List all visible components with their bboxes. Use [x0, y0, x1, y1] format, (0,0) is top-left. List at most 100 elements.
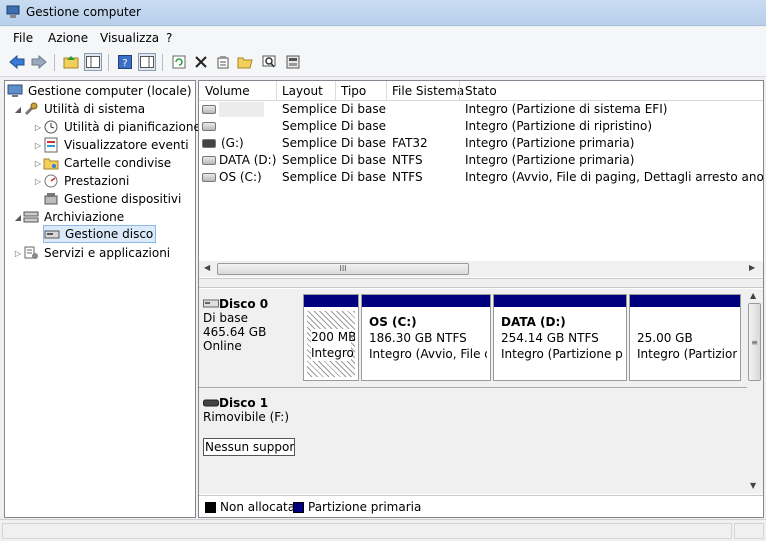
- menu-help[interactable]: ?: [166, 31, 172, 45]
- scroll-right-icon[interactable]: ▶: [749, 263, 755, 272]
- partition-bar: [494, 295, 626, 307]
- scroll-thumb[interactable]: ≡: [748, 303, 761, 381]
- menu-azione[interactable]: Azione: [48, 31, 88, 45]
- volume-name: [219, 102, 264, 117]
- show-hide-tree-icon[interactable]: [84, 53, 102, 71]
- column-header-volume[interactable]: Volume: [205, 84, 250, 98]
- properties-icon[interactable]: [214, 53, 232, 71]
- menu-visualizza[interactable]: Visualizza: [100, 31, 159, 45]
- collapsed-arrow-icon[interactable]: ▷: [33, 177, 43, 186]
- delete-icon[interactable]: [192, 53, 210, 71]
- volume-icon: [202, 105, 216, 114]
- column-header-fs[interactable]: File Sistema: [392, 84, 464, 98]
- partition-status: Integro (Partizione prin: [501, 347, 623, 361]
- column-divider[interactable]: [335, 81, 336, 101]
- fs-cell: NTFS: [392, 170, 423, 184]
- partition-recovery[interactable]: 25.00 GB Integro (Partizione: [629, 294, 741, 381]
- details-pane: Volume Layout Tipo File Sistema Stato Se…: [198, 80, 764, 518]
- svg-text:?: ?: [122, 58, 127, 69]
- collapsed-arrow-icon[interactable]: ▷: [33, 159, 43, 168]
- tipo-cell: Di base: [341, 153, 386, 167]
- tree-item-root[interactable]: Gestione computer (locale): [7, 82, 194, 100]
- rescan-disks-icon[interactable]: [284, 53, 302, 71]
- partition-title: DATA (D:): [501, 315, 566, 329]
- partition-body: 200 MB Integro: [307, 311, 355, 377]
- scroll-thumb[interactable]: III: [217, 263, 469, 275]
- tree-item-utility[interactable]: ◢ Utilità di sistema: [13, 100, 147, 118]
- tipo-cell: Di base: [341, 170, 386, 184]
- scroll-up-icon[interactable]: ▲: [750, 291, 756, 300]
- disk1-media: Nessun supporto: [203, 438, 295, 456]
- clock-icon: [43, 119, 59, 135]
- partition-os[interactable]: OS (C:) 186.30 GB NTFS Integro (Avvio, F…: [361, 294, 491, 381]
- removable-disk-icon: [203, 399, 219, 407]
- expanded-arrow-icon[interactable]: ◢: [13, 213, 23, 222]
- column-divider[interactable]: [276, 81, 277, 101]
- fs-cell: NTFS: [392, 153, 423, 167]
- tree-item-task-scheduler[interactable]: ▷ Utilità di pianificazione: [33, 118, 203, 136]
- column-header-tipo[interactable]: Tipo: [341, 84, 366, 98]
- legend: Non allocata Partizione primaria: [199, 495, 763, 517]
- forward-arrow-icon[interactable]: [30, 53, 48, 71]
- column-header-layout[interactable]: Layout: [282, 84, 323, 98]
- column-header-stato[interactable]: Stato: [465, 84, 497, 98]
- partition-status: Integro (Partizione: [637, 347, 737, 361]
- search-icon[interactable]: [260, 53, 278, 71]
- stato-cell: Integro (Partizione primaria): [465, 136, 635, 150]
- tree-label-task-scheduler: Utilità di pianificazione: [64, 120, 201, 134]
- pane-splitter[interactable]: [199, 278, 763, 288]
- help-icon[interactable]: ?: [116, 53, 134, 71]
- collapsed-arrow-icon[interactable]: ▷: [13, 249, 23, 258]
- tree-label-performance: Prestazioni: [64, 174, 130, 188]
- tipo-cell: Di base: [341, 136, 386, 150]
- tree-item-disk-management[interactable]: Gestione disco: [43, 225, 157, 243]
- table-row[interactable]: (G:) Semplice Di base FAT32 Integro (Par…: [199, 135, 763, 152]
- table-row[interactable]: Semplice Di base Integro (Partizione di …: [199, 118, 763, 135]
- back-arrow-icon[interactable]: [8, 53, 26, 71]
- disk-separator: [199, 387, 747, 388]
- tipo-cell: Di base: [341, 119, 386, 133]
- disk0-label[interactable]: Disco 0 Di base 465.64 GB Online: [203, 297, 301, 387]
- partition-data[interactable]: DATA (D:) 254.14 GB NTFS Integro (Partiz…: [493, 294, 627, 381]
- disk0-name: Disco 0: [219, 297, 269, 311]
- tree-item-services[interactable]: ▷ Servizi e applicazioni: [13, 244, 172, 262]
- stato-cell: Integro (Partizione di sistema EFI): [465, 102, 668, 116]
- action-pane-icon[interactable]: [138, 53, 156, 71]
- partition-body: DATA (D:) 254.14 GB NTFS Integro (Partiz…: [497, 311, 623, 377]
- column-divider[interactable]: [459, 81, 460, 101]
- tree-item-performance[interactable]: ▷ Prestazioni: [33, 172, 131, 190]
- disk1-type: Rimovibile (F:): [203, 410, 289, 424]
- layout-cell: Semplice: [282, 102, 337, 116]
- collapsed-arrow-icon[interactable]: ▷: [33, 141, 43, 150]
- column-divider[interactable]: [386, 81, 387, 101]
- refresh-icon[interactable]: [170, 53, 188, 71]
- event-viewer-icon: [43, 137, 59, 153]
- partition-size: 25.00 GB: [637, 331, 693, 345]
- menu-file[interactable]: File: [13, 31, 33, 45]
- table-row[interactable]: Semplice Di base Integro (Partizione di …: [199, 101, 763, 118]
- disk0-type: Di base: [203, 311, 248, 325]
- table-row[interactable]: OS (C:) Semplice Di base NTFS Integro (A…: [199, 169, 763, 186]
- up-folder-icon[interactable]: [62, 53, 80, 71]
- disk1-label[interactable]: Disco 1 Rimovibile (F:) Nessun supporto: [203, 396, 301, 461]
- partition-efi[interactable]: 200 MB Integro: [303, 294, 359, 381]
- status-cell: [734, 523, 764, 539]
- horizontal-scrollbar[interactable]: ◀ III ▶: [199, 261, 763, 277]
- collapsed-arrow-icon[interactable]: ▷: [33, 123, 43, 132]
- tree-label-disk-management: Gestione disco: [65, 227, 154, 241]
- tree-item-storage[interactable]: ◢ Archiviazione: [13, 208, 126, 226]
- layout-cell: Semplice: [282, 119, 337, 133]
- tree-item-event-viewer[interactable]: ▷ Visualizzatore eventi: [33, 136, 191, 154]
- device-manager-icon: [43, 191, 59, 207]
- expanded-arrow-icon[interactable]: ◢: [13, 105, 23, 114]
- table-row[interactable]: DATA (D:) Semplice Di base NTFS Integro …: [199, 152, 763, 169]
- partition-title: OS (C:): [369, 315, 417, 329]
- scroll-left-icon[interactable]: ◀: [204, 263, 210, 272]
- tree-item-shared-folders[interactable]: ▷ Cartelle condivise: [33, 154, 173, 172]
- tree-item-device-manager[interactable]: Gestione dispositivi: [43, 190, 183, 208]
- scroll-down-icon[interactable]: ▼: [750, 481, 756, 490]
- disk0-size: 465.64 GB: [203, 325, 267, 339]
- open-folder-icon[interactable]: [236, 53, 254, 71]
- vertical-scrollbar[interactable]: ▲ ≡ ▼: [747, 289, 763, 494]
- partition-bar: [362, 295, 490, 307]
